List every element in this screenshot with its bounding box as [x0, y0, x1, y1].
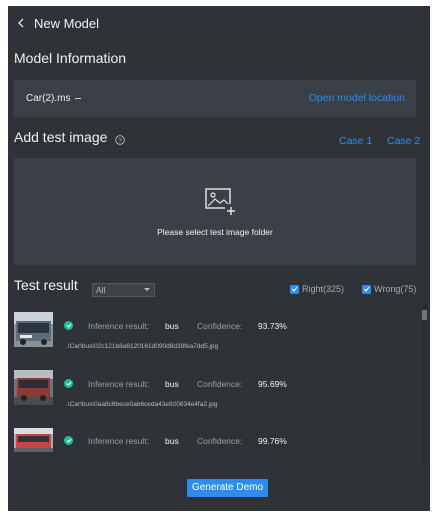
confidence-label: Confidence:: [197, 321, 243, 331]
result-scrollbar-thumb[interactable]: [422, 310, 427, 320]
check-icon: [290, 284, 299, 294]
open-model-location-link[interactable]: Open model location: [309, 92, 405, 104]
result-scrollbar[interactable]: [422, 304, 427, 464]
confidence-label: Confidence:: [197, 379, 243, 389]
model-name: Car(2).ms: [26, 93, 71, 104]
case-1-link[interactable]: Case 1: [339, 135, 372, 147]
drop-zone-text: Please select test image folder: [157, 227, 273, 237]
inference-result-value: bus: [165, 436, 179, 446]
wrong-checkbox-label: Wrong(75): [374, 284, 417, 294]
page-title: New Model: [34, 15, 100, 31]
model-dropdown-indicator[interactable]: [75, 98, 82, 99]
image-drop-zone[interactable]: Please select test image folder: [14, 158, 416, 265]
right-checkbox-label: Right(325): [302, 284, 345, 294]
result-thumbnail: [14, 370, 53, 405]
result-thumbnail: [14, 312, 53, 347]
model-info-heading: Model Information: [14, 50, 127, 66]
header: New Model: [14, 13, 99, 33]
result-list: Inference result: bus Confidence: 93.73%…: [14, 312, 416, 458]
inference-result-value: bus: [165, 379, 179, 389]
confidence-value: 93.73%: [258, 321, 287, 331]
confidence-label: Confidence:: [197, 436, 243, 446]
model-panel: New Model Model Information Car(2).ms Op…: [8, 6, 430, 511]
svg-text:?: ?: [118, 137, 122, 144]
help-icon[interactable]: ?: [115, 135, 125, 145]
inference-result-label: Inference result:: [88, 436, 149, 446]
result-thumbnail: [14, 428, 53, 452]
image-path: .\Car\bus\0aa8c6bece0ab6ceda43e920634e4f…: [66, 401, 218, 408]
image-path: .\Car\bus\02c121b8a6120161d090d9d38fea7d…: [66, 343, 219, 350]
correct-icon: [64, 436, 73, 445]
wrong-checkbox[interactable]: Wrong(75): [362, 284, 416, 294]
inference-result-label: Inference result:: [88, 379, 149, 389]
chevron-left-icon: [18, 18, 24, 28]
chevron-down-icon: [144, 288, 150, 291]
right-checkbox[interactable]: Right(325): [290, 284, 344, 294]
correct-icon: [64, 321, 73, 330]
filter-value: All: [96, 285, 106, 295]
check-icon: [362, 284, 371, 294]
generate-demo-button[interactable]: Generate Demo: [187, 479, 268, 497]
inference-result-value: bus: [165, 321, 179, 331]
model-info-box: Car(2).ms Open model location: [14, 80, 416, 117]
correct-icon: [64, 379, 73, 388]
confidence-value: 95.69%: [258, 379, 287, 389]
add-test-image-heading: Add test image: [14, 129, 108, 145]
result-filter-select[interactable]: All: [92, 283, 155, 297]
test-result-heading: Test result: [14, 277, 78, 293]
case-2-link[interactable]: Case 2: [387, 135, 420, 147]
back-button[interactable]: [14, 16, 28, 30]
confidence-value: 99.76%: [258, 436, 287, 446]
add-image-icon: [205, 188, 237, 216]
inference-result-label: Inference result:: [88, 321, 149, 331]
